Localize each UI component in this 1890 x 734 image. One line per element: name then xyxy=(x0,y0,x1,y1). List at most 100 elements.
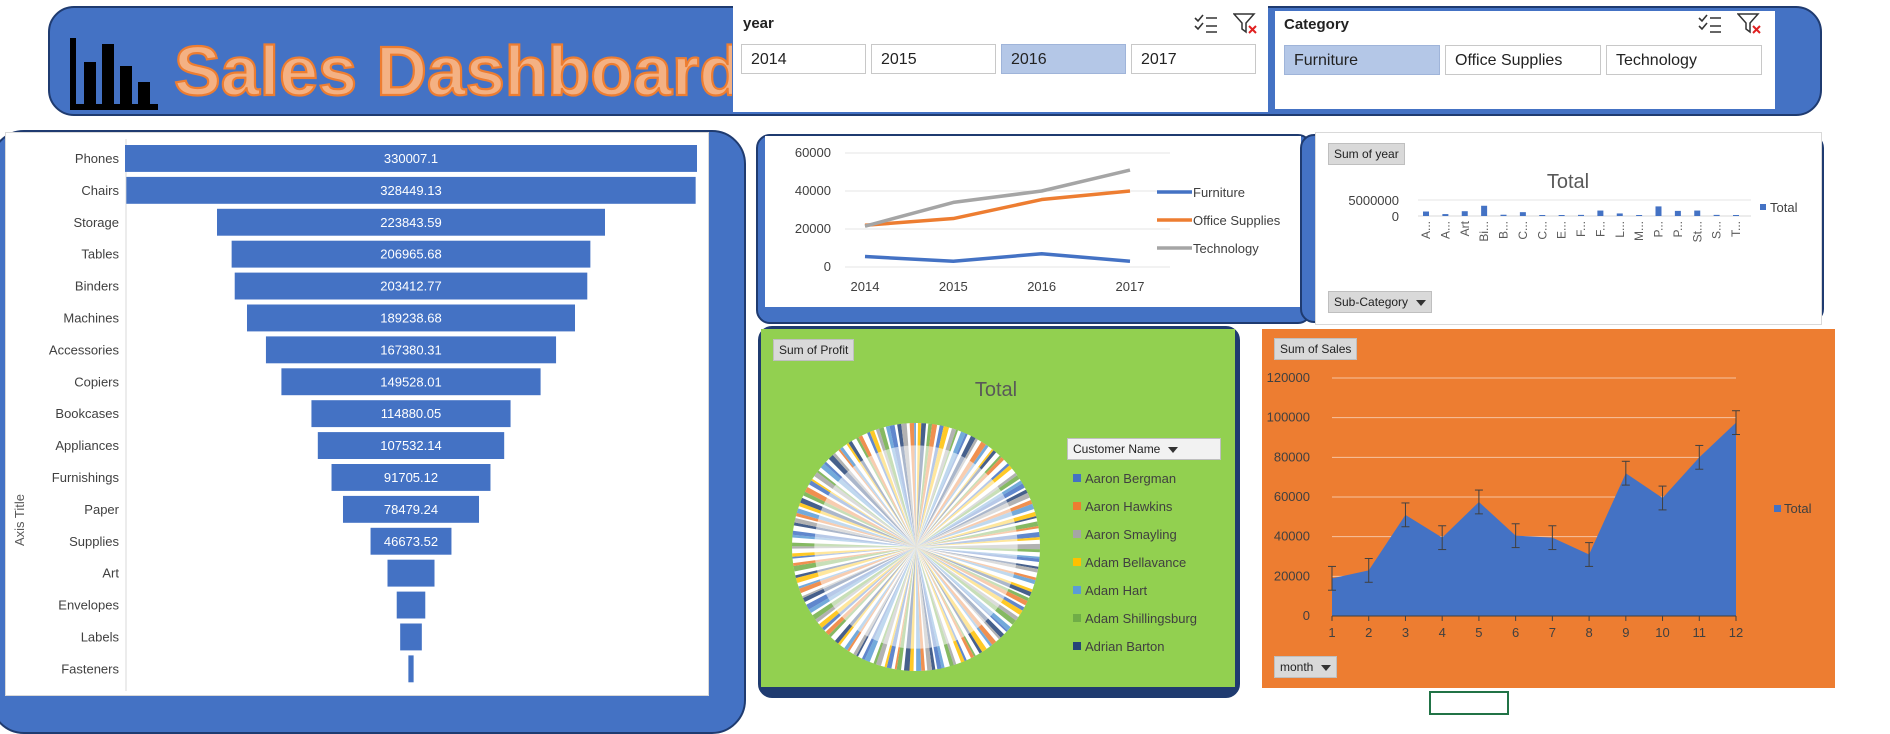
area-x-tick: 5 xyxy=(1475,625,1482,640)
sum-of-sales-field-button[interactable]: Sum of Sales xyxy=(1274,338,1358,360)
funnel-category-label: Supplies xyxy=(69,534,119,549)
line-x-tick: 2016 xyxy=(1027,279,1056,294)
clear-filter-icon[interactable] xyxy=(1736,12,1763,36)
area-x-tick: 10 xyxy=(1655,625,1669,640)
year-option-2017[interactable]: 2017 xyxy=(1131,44,1256,74)
line-x-tick: 2015 xyxy=(939,279,968,294)
year-option-2015[interactable]: 2015 xyxy=(871,44,996,74)
clear-filter-icon[interactable] xyxy=(1232,12,1259,36)
subcat-x-tick: S... xyxy=(1710,221,1724,239)
funnel-category-label: Tables xyxy=(81,247,119,262)
subcat-x-tick: A... xyxy=(1419,221,1433,239)
subcat-x-tick: L... xyxy=(1613,221,1627,238)
area-x-tick: 6 xyxy=(1512,625,1519,640)
line-chart-area: 0 20000 40000 60000 2014 2015 2016 2017 Furnitur… xyxy=(765,136,1301,307)
pie-legend-label: Adam Shillingsburg xyxy=(1085,610,1198,626)
subcat-x-tick: M... xyxy=(1632,221,1646,241)
year-option-2016[interactable]: 2016 xyxy=(1001,44,1126,74)
area-y-tick: 40000 xyxy=(1274,529,1310,544)
subcat-bar xyxy=(1500,214,1507,216)
pie-chart-title: Total xyxy=(975,379,1017,401)
pie-chart-area: Sum of Profit Total Customer Name Aaron … xyxy=(761,329,1235,687)
funnel-category-label: Chairs xyxy=(81,183,119,198)
subcat-x-tick: A... xyxy=(1438,221,1452,239)
line-y-tick: 0 xyxy=(824,259,831,274)
pie-legend-swatch xyxy=(1073,558,1081,566)
sum-of-profit-field-button[interactable]: Sum of Profit xyxy=(773,339,855,361)
pie-legend-item: Aaron Smayling xyxy=(1073,520,1197,548)
line-x-tick: 2017 xyxy=(1116,279,1145,294)
subcat-bar xyxy=(1558,215,1565,216)
dashboard-title: Sales Dashboard xyxy=(172,24,743,114)
area-y-tick: 20000 xyxy=(1274,568,1310,583)
subcat-bar xyxy=(1733,215,1739,216)
funnel-bar xyxy=(408,655,414,683)
pie-legend-swatch xyxy=(1073,586,1081,594)
funnel-value-label: 91705.12 xyxy=(384,470,438,485)
funnel-value-label: 149528.01 xyxy=(380,374,441,389)
category-option-technology[interactable]: Technology xyxy=(1606,45,1762,75)
subcat-x-tick: T... xyxy=(1729,221,1743,237)
area-series xyxy=(1332,422,1736,616)
area-y-tick: 60000 xyxy=(1274,489,1310,504)
funnel-chart-area: Axis Title Phones 330007.1 Chairs 328449.13… xyxy=(5,132,709,696)
funnel-category-label: Storage xyxy=(73,215,119,230)
customer-name-legend-button[interactable]: Customer Name xyxy=(1067,438,1221,460)
multi-select-icon[interactable] xyxy=(1697,13,1723,35)
funnel-category-label: Bookcases xyxy=(55,406,119,421)
subcat-bar xyxy=(1655,206,1662,216)
subcat-bar xyxy=(1442,214,1449,216)
funnel-category-label: Accessories xyxy=(49,342,120,357)
subcat-x-tick: P... xyxy=(1652,221,1666,237)
subcat-legend-label: Total xyxy=(1770,200,1798,215)
funnel-bar xyxy=(400,623,422,651)
pie-legend-swatch xyxy=(1073,614,1081,622)
multi-select-icon[interactable] xyxy=(1193,13,1219,35)
pie-legend-item: Adrian Barton xyxy=(1073,632,1197,660)
funnel-value-label: 114880.05 xyxy=(381,406,442,421)
line-y-tick: 60000 xyxy=(795,145,831,160)
subcat-bar xyxy=(1636,215,1643,216)
line-legend-label: Office Supplies xyxy=(1193,213,1281,228)
category-option-furniture[interactable]: Furniture xyxy=(1284,45,1440,75)
area-chart: 0200004000060000800001000001200001 2 3 4 5 6 7… xyxy=(1267,370,1812,640)
sub-category-axis-button[interactable]: Sub-Category xyxy=(1328,291,1433,313)
subcat-bar xyxy=(1597,210,1604,216)
subcat-chart-area: Sum of year Total 5000000 0 A... A... Art Bi..… xyxy=(1315,132,1822,325)
funnel-value-label: 328449.13 xyxy=(380,183,441,198)
subcat-y-tick: 5000000 xyxy=(1348,193,1399,208)
area-x-tick: 4 xyxy=(1439,625,1446,640)
year-slicer: year 2014 2015 2016 2017 xyxy=(733,6,1268,112)
category-option-office-supplies[interactable]: Office Supplies xyxy=(1445,45,1601,75)
funnel-value-label: 46673.52 xyxy=(384,534,438,549)
pie-legend-label: Adam Hart xyxy=(1085,582,1148,598)
area-chart-area: Sum of Sales 0 20000 40000 60000 80000 100000… xyxy=(1262,329,1835,688)
subcat-bar xyxy=(1694,210,1701,216)
selected-cell[interactable] xyxy=(1429,691,1509,715)
month-axis-button[interactable]: month xyxy=(1274,656,1338,678)
pie-legend-item: Adam Shillingsburg xyxy=(1073,604,1197,632)
funnel-category-label: Copiers xyxy=(74,374,119,389)
pie-legend: Aaron Bergman Aaron Hawkins Aaron Smayling… xyxy=(1073,464,1197,660)
funnel-category-label: Binders xyxy=(75,279,120,294)
area-x-tick: 12 xyxy=(1729,625,1743,640)
pie-legend-label: Adam Bellavance xyxy=(1085,554,1187,570)
subcat-x-tick: E... xyxy=(1555,221,1569,239)
funnel-category-label: Appliances xyxy=(55,438,119,453)
category-slicer: Category Furniture Office Supplies Techn… xyxy=(1275,11,1775,109)
area-legend-label: Total xyxy=(1784,501,1812,516)
area-x-tick: 1 xyxy=(1328,625,1335,640)
funnel-chart: Axis Title Phones 330007.1 Chairs 328449.13… xyxy=(12,139,697,691)
area-y-tick: 120000 xyxy=(1267,370,1310,385)
funnel-category-label: Phones xyxy=(75,151,120,166)
year-slicer-title: year xyxy=(743,15,774,32)
subcat-x-tick: C... xyxy=(1535,221,1549,240)
funnel-value-label: 167380.31 xyxy=(380,342,441,357)
pie-legend-item: Adam Bellavance xyxy=(1073,548,1197,576)
pie-legend-item: Adam Hart xyxy=(1073,576,1197,604)
area-x-tick: 11 xyxy=(1693,625,1707,640)
line-chart: 0 20000 40000 60000 2014 2015 2016 2017 Furnitur… xyxy=(795,145,1281,294)
funnel-category-label: Machines xyxy=(63,310,119,325)
funnel-category-label: Art xyxy=(102,566,119,581)
year-option-2014[interactable]: 2014 xyxy=(741,44,866,74)
